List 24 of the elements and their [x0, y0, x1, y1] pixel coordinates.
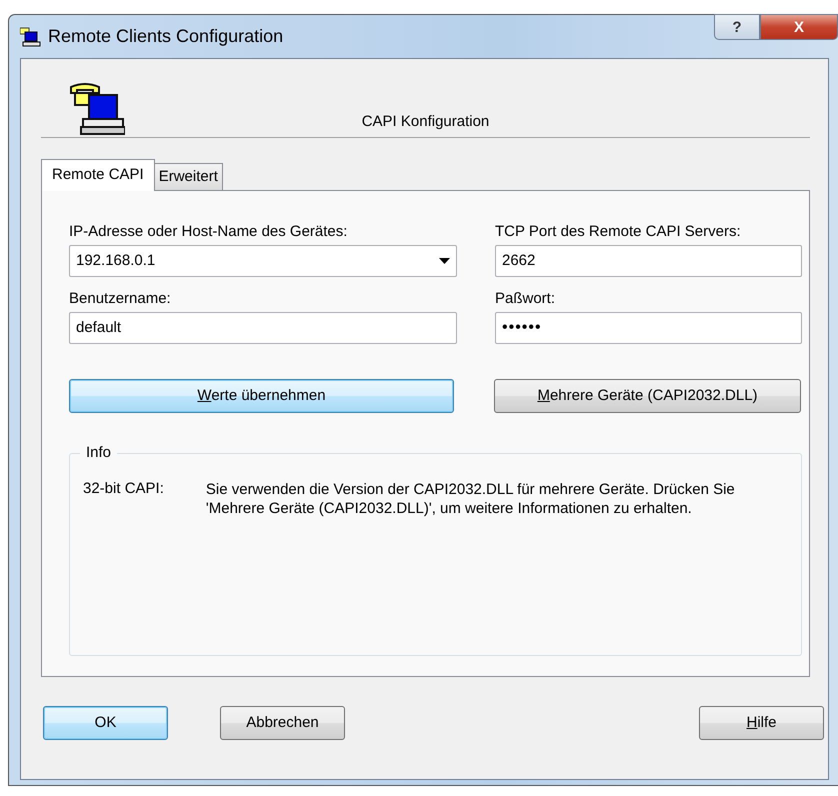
input-field[interactable]: default — [69, 312, 457, 344]
dialog-button[interactable]: Hilfe — [699, 706, 824, 740]
combo-box[interactable]: 192.168.0.1 — [69, 244, 457, 277]
info-term: 32-bit CAPI: — [83, 480, 164, 499]
computer-phone-icon — [69, 81, 125, 135]
field-label: Paßwort: — [495, 288, 556, 309]
close-button[interactable]: X — [760, 14, 838, 40]
input-field[interactable]: 2662 — [495, 244, 802, 277]
dialog-button[interactable]: Abbrechen — [220, 706, 345, 740]
window-title: Remote Clients Configuration — [48, 26, 284, 47]
field-label: IP-Adresse oder Host-Name des Gerätes: — [69, 222, 348, 242]
dialog-button[interactable]: Mehrere Geräte (CAPI2032.DLL) — [494, 378, 801, 413]
field-label: TCP Port des Remote CAPI Servers: — [495, 222, 742, 242]
dropdown-caret-icon[interactable] — [439, 258, 450, 264]
dialog-button[interactable]: OK — [43, 706, 168, 740]
info-description: Sie verwenden die Version der CAPI2032.DLL für mehrere Geräte. Drücken Sie 'Mehrere Geräte (CAPI2032.DLL)', um weitere Informationen zu erhalten. — [206, 480, 736, 519]
help-button[interactable]: ? — [714, 14, 760, 40]
password-field[interactable]: •••••• — [495, 312, 802, 344]
tab[interactable]: Remote CAPI — [41, 158, 155, 191]
computer-phone-icon — [20, 26, 42, 46]
header-title: CAPI Konfiguration — [360, 113, 490, 130]
field-label: Benutzername: — [69, 288, 172, 309]
dialog-button[interactable]: Werte übernehmen — [69, 378, 454, 413]
tab[interactable]: Erweitert — [154, 162, 223, 190]
